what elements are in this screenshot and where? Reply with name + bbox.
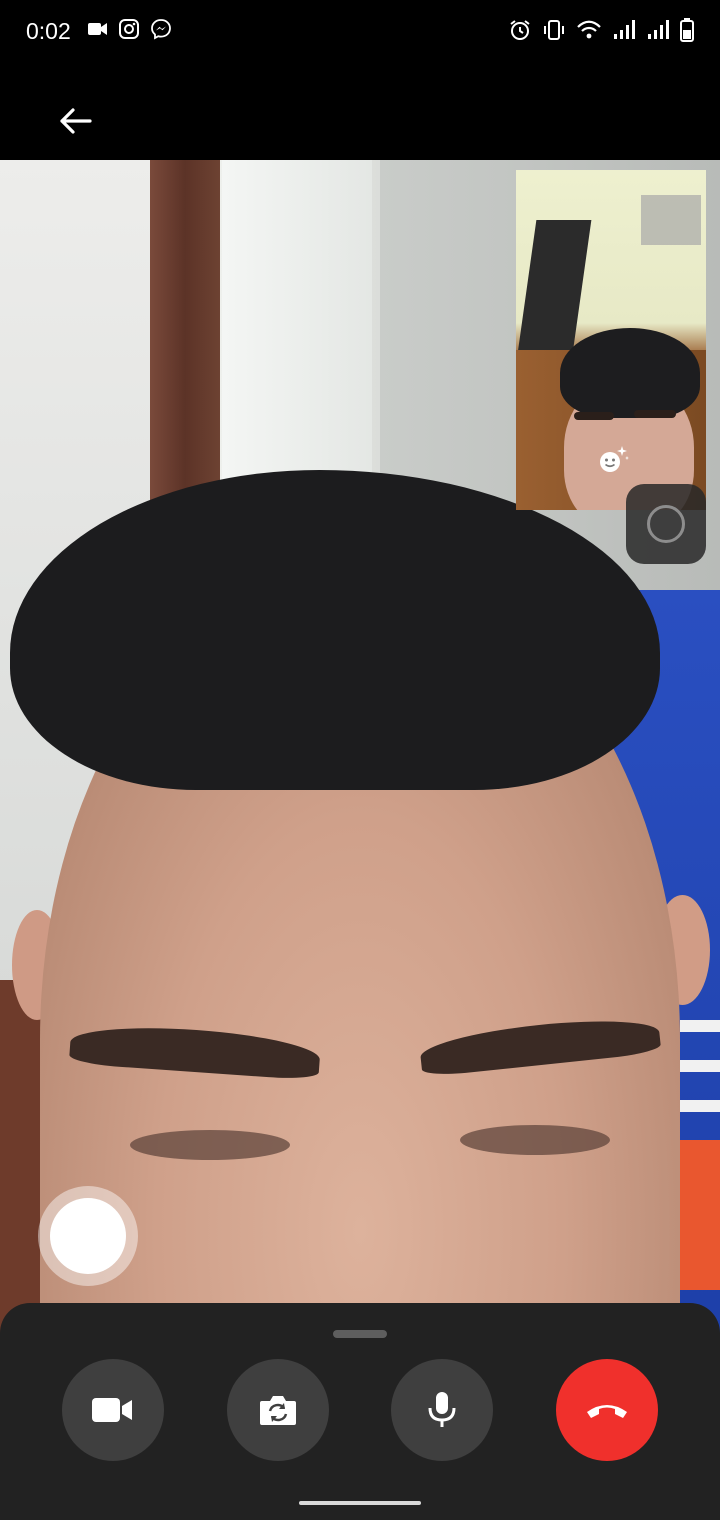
signal-icon: [646, 19, 670, 41]
alarm-icon: [508, 18, 532, 42]
camera-flip-icon: [260, 1396, 296, 1425]
status-bar: 0:02: [0, 0, 720, 64]
microphone-icon: [428, 1392, 456, 1427]
mute-button[interactable]: [391, 1359, 493, 1461]
system-icons: [508, 18, 694, 42]
back-button[interactable]: [50, 96, 100, 146]
end-call-button[interactable]: [556, 1359, 658, 1461]
circle-icon: [647, 505, 685, 543]
video-icon: [88, 22, 108, 36]
vibrate-icon: [542, 18, 566, 42]
signal-icon: [612, 19, 636, 41]
messenger-icon: [150, 18, 172, 40]
self-video-preview[interactable]: [516, 170, 706, 510]
video-toggle-button[interactable]: [62, 1359, 164, 1461]
capture-button[interactable]: [38, 1186, 138, 1286]
call-controls-panel: [0, 1303, 720, 1520]
call-header: [0, 64, 720, 160]
phone-hangup-icon: [587, 1405, 627, 1418]
video-camera-icon: [92, 1398, 132, 1422]
wifi-icon: [576, 19, 602, 41]
switch-camera-button[interactable]: [227, 1359, 329, 1461]
drag-handle[interactable]: [333, 1330, 387, 1338]
battery-icon: [680, 18, 694, 42]
arrow-left-icon: [60, 108, 92, 134]
camera-effects-toggle[interactable]: [626, 484, 706, 564]
system-nav-handle[interactable]: [299, 1501, 421, 1505]
status-time: 0:02: [26, 18, 71, 44]
face-effects-icon[interactable]: [596, 442, 630, 476]
instagram-icon: [118, 18, 140, 40]
notification-icons: [88, 18, 172, 40]
